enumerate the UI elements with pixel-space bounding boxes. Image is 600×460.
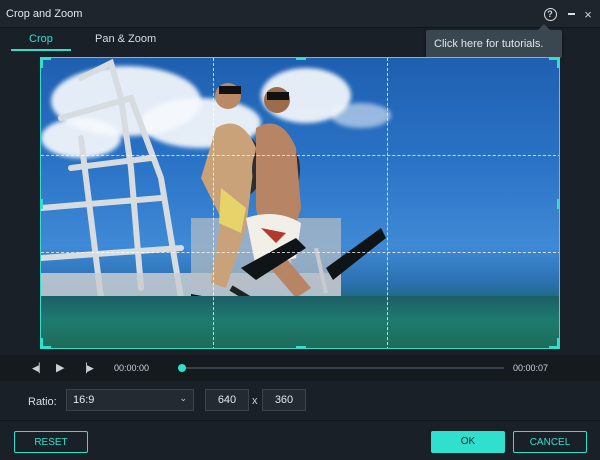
crop-handle-top-left[interactable]: [41, 58, 43, 68]
tab-crop[interactable]: Crop: [29, 33, 53, 45]
chevron-down-icon: ⌄: [179, 393, 187, 403]
crop-handle-top-right[interactable]: [557, 58, 559, 68]
sea: [41, 296, 559, 348]
dimension-separator: x: [252, 395, 258, 407]
close-icon[interactable]: ×: [580, 6, 596, 22]
ratio-select[interactable]: 16:9 ⌄: [66, 389, 194, 411]
crop-grid-line: [213, 58, 214, 348]
crop-grid-line: [41, 155, 559, 156]
current-time: 00:00:00: [114, 363, 150, 373]
crop-width-field[interactable]: 640: [205, 389, 249, 411]
crop-handle-top[interactable]: [296, 58, 306, 60]
minimize-icon[interactable]: [563, 6, 579, 22]
ratio-label: Ratio:: [28, 396, 57, 408]
window-title: Crop and Zoom: [6, 8, 83, 20]
crop-handle-right[interactable]: [557, 199, 559, 209]
tutorial-tooltip[interactable]: Click here for tutorials.: [426, 24, 562, 58]
reset-button[interactable]: RESET: [14, 431, 88, 453]
ok-button[interactable]: OK: [431, 431, 505, 453]
crop-grid-line: [41, 252, 559, 253]
playback-controls: ◀▏ ▶ ▕▶ 00:00:00 00:00:07: [0, 355, 600, 381]
crop-handle-left[interactable]: [41, 199, 43, 209]
crop-handle-bottom-right[interactable]: [557, 338, 559, 348]
video-frame: [41, 58, 559, 348]
ratio-value: 16:9: [73, 394, 95, 406]
tab-pan-zoom[interactable]: Pan & Zoom: [95, 33, 156, 45]
total-time: 00:00:07: [513, 363, 549, 373]
title-bar: Crop and Zoom ? ×: [0, 0, 600, 28]
video-preview[interactable]: [40, 57, 560, 349]
timeline-track[interactable]: [182, 367, 504, 369]
play-icon[interactable]: ▶: [56, 361, 64, 374]
crop-handle-bottom-left[interactable]: [41, 338, 43, 348]
footer-divider: [0, 420, 600, 421]
next-frame-icon[interactable]: ▕▶: [80, 363, 94, 374]
crop-handle-bottom[interactable]: [296, 346, 306, 348]
crop-height-field[interactable]: 360: [262, 389, 306, 411]
cancel-button[interactable]: CANCEL: [513, 431, 587, 453]
prev-frame-icon[interactable]: ◀▏: [32, 363, 46, 374]
crop-grid-line: [387, 58, 388, 348]
active-tab-indicator: [11, 49, 71, 51]
playhead-knob[interactable]: [178, 364, 186, 372]
help-glyph: ?: [543, 7, 557, 21]
help-icon[interactable]: ?: [542, 6, 558, 22]
